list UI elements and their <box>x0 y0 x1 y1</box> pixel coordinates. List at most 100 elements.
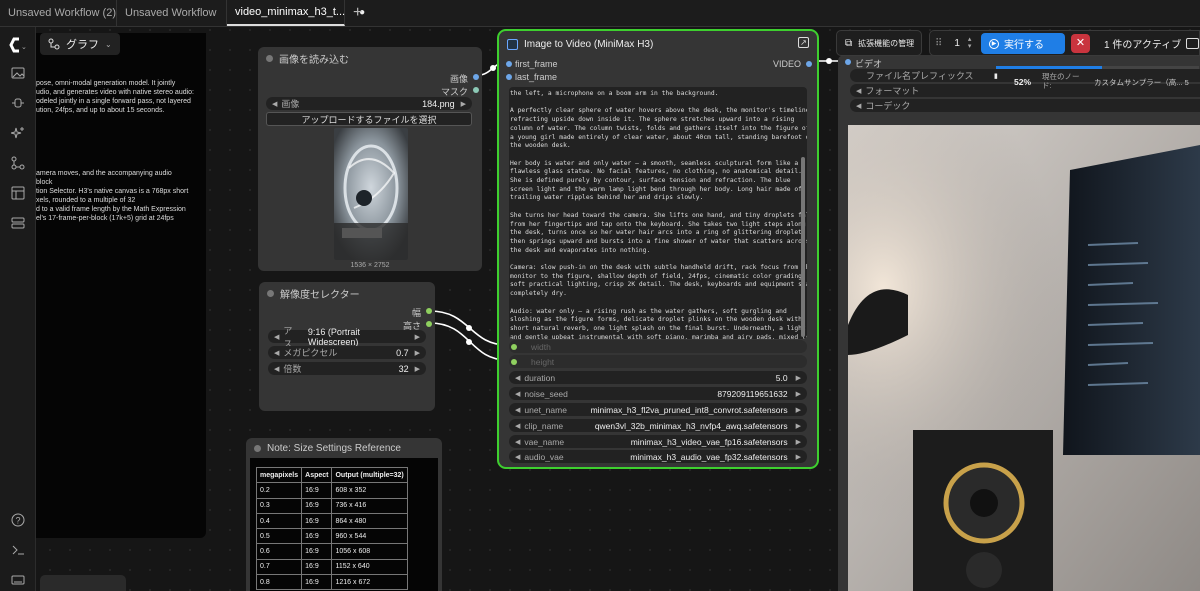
resolution-selector-node[interactable]: 解像度セレクター 幅 高さ ◀ アス... 9:16 (Portrait Wid… <box>259 282 435 411</box>
input-first-frame-label: first_frame <box>515 59 558 69</box>
note-body: megapixels Aspect Output (multiple=32) 0… <box>250 458 438 591</box>
arrow-left-icon[interactable]: ◀ <box>515 390 520 398</box>
subgraph-icon <box>507 38 518 50</box>
width-input-widget[interactable]: width <box>509 340 807 353</box>
batch-count-value[interactable]: 1 <box>954 38 960 49</box>
table-cell: 0.7 <box>255 558 303 576</box>
doc-line: ution, 24fps, and up to about 15 seconds… <box>36 107 165 114</box>
arrow-left-icon[interactable]: ◀ <box>515 374 520 382</box>
image-to-video-node[interactable]: Image to Video (MiniMax H3) ↗ first_fram… <box>497 29 819 469</box>
plugin-icon[interactable] <box>10 96 26 112</box>
current-node-label: 現在のノー ド: <box>1042 72 1080 90</box>
input-video-port[interactable] <box>845 59 851 65</box>
arrow-left-icon[interactable]: ◀ <box>274 349 279 357</box>
widget-label: コーデック <box>865 101 911 111</box>
input-height-port[interactable] <box>511 358 517 365</box>
arrow-left-icon[interactable]: ◀ <box>515 438 520 446</box>
image-select-widget[interactable]: ◀ 画像 184.png ▶ <box>266 97 472 110</box>
arrow-left-icon[interactable]: ◀ <box>274 333 279 341</box>
node-title[interactable]: 解像度セレクター <box>259 282 435 304</box>
table-cell: 736 x 416 <box>331 497 408 514</box>
duration-widget[interactable]: ◀ duration 5.0 ▶ <box>509 371 807 384</box>
note-node[interactable]: Note: Size Settings Reference megapixels… <box>246 438 442 591</box>
batch-stepper-icon[interactable]: ▴ ▾ <box>968 36 972 50</box>
clip-name-widget[interactable]: ◀ clip_name qwen3vl_32b_minimax_h3_nvfp4_a… <box>509 419 807 432</box>
table-cell: 16:9 <box>301 543 333 560</box>
arrow-right-icon[interactable]: ▶ <box>415 349 420 357</box>
table-cell: 16:9 <box>301 482 333 499</box>
audio-vae-widget[interactable]: ◀ audio_vae minimax_h3_audio_vae_fp32.safe… <box>509 450 807 463</box>
arrow-right-icon[interactable]: ▶ <box>796 374 801 382</box>
doc-line: udio, and generates video with native st… <box>36 89 194 96</box>
arrow-right-icon[interactable]: ▶ <box>796 406 801 414</box>
upload-file-button[interactable]: アップロードするファイルを選択 <box>266 112 472 126</box>
megapixels-widget[interactable]: ◀ メガピクセル 0.7 ▶ <box>268 346 426 359</box>
panel-toggle-icon[interactable] <box>1186 37 1199 49</box>
add-tab-button[interactable]: + <box>345 0 370 26</box>
arrow-right-icon[interactable]: ▶ <box>461 100 466 108</box>
arrow-left-icon[interactable]: ◀ <box>856 87 861 95</box>
node-title[interactable]: Note: Size Settings Reference <box>246 438 442 458</box>
input-last-frame-port[interactable] <box>506 74 512 80</box>
unet-name-widget[interactable]: ◀ unet_name minimax_h3_fl2va_pruned_int8_c… <box>509 403 807 416</box>
table-cell: 0.5 <box>255 528 303 545</box>
prompt-textarea[interactable]: the left, a microphone on a boom arm in … <box>509 87 807 339</box>
workflow-canvas[interactable]: Unsaved Workflow (2) Unsaved Workflow vi… <box>0 0 1200 591</box>
arrow-right-icon[interactable]: ▶ <box>796 422 801 430</box>
output-height-port[interactable] <box>426 321 432 327</box>
tab-unsaved-workflow-2[interactable]: Unsaved Workflow (2) <box>0 0 117 26</box>
input-first-frame-port[interactable] <box>506 61 512 67</box>
codec-widget[interactable]: ◀ コーデック <box>850 99 1200 112</box>
output-width-port[interactable] <box>426 308 432 314</box>
workflow-icon[interactable] <box>10 156 26 172</box>
arrow-right-icon[interactable]: ▶ <box>415 333 420 341</box>
prompt-scrollbar[interactable] <box>801 157 805 337</box>
terminal-icon[interactable] <box>10 543 26 559</box>
stop-icon[interactable]: ✕ <box>1071 34 1090 53</box>
arrow-left-icon[interactable]: ◀ <box>515 406 520 414</box>
collapse-dot-icon[interactable] <box>267 289 274 297</box>
node-title[interactable]: Image to Video (MiniMax H3) <box>499 31 817 57</box>
arrow-right-icon[interactable]: ▶ <box>415 365 420 373</box>
input-width-port[interactable] <box>511 343 517 350</box>
output-mask-port[interactable] <box>473 87 479 93</box>
arrow-left-icon[interactable]: ◀ <box>515 453 520 461</box>
arrow-left-icon[interactable]: ◀ <box>515 422 520 430</box>
expand-icon[interactable]: ↗ <box>798 37 809 48</box>
noise-seed-widget[interactable]: ◀ noise_seed 879209119651632 ▶ <box>509 387 807 400</box>
run-button[interactable]: ▶ 実行する <box>981 33 1065 54</box>
tab-unsaved-workflow[interactable]: Unsaved Workflow <box>117 0 227 26</box>
comfy-logo-icon[interactable]: ⌄ <box>8 37 27 53</box>
arrow-right-icon[interactable]: ▶ <box>796 453 801 461</box>
template-icon[interactable] <box>10 186 26 202</box>
arrow-left-icon[interactable]: ◀ <box>272 100 277 108</box>
active-queue-label[interactable]: 1 件のアクティブ <box>1104 36 1181 51</box>
arrow-right-icon[interactable]: ▶ <box>796 390 801 398</box>
sparkle-icon[interactable] <box>10 126 26 142</box>
output-video-port[interactable] <box>806 61 812 67</box>
collapse-dot-icon[interactable] <box>254 444 261 452</box>
help-icon[interactable]: ? <box>10 513 26 529</box>
arrow-right-icon[interactable]: ▶ <box>796 438 801 446</box>
keyboard-icon[interactable] <box>10 573 26 589</box>
widget-label: unet_name <box>524 404 567 415</box>
widget-label: ファイル名プレフィックス <box>866 71 974 81</box>
node-library-icon[interactable] <box>10 216 26 232</box>
graph-menu-button[interactable]: グラフ ⌄ <box>40 33 120 55</box>
aspect-ratio-widget[interactable]: ◀ アス... 9:16 (Portrait Widescreen) ▶ <box>268 326 426 349</box>
table-cell: 0.3 <box>255 497 303 514</box>
collapse-dot-icon[interactable] <box>266 54 273 62</box>
node-title[interactable]: 画像を読み込む <box>258 47 482 69</box>
vae-name-widget[interactable]: ◀ vae_name minimax_h3_video_vae_fp16.safet… <box>509 435 807 448</box>
multiple-widget[interactable]: ◀ 倍数 32 ▶ <box>268 362 426 375</box>
extensions-manager-button[interactable]: ⧉ 拡張機能の管理 <box>836 30 922 56</box>
drag-handle-icon[interactable]: ⠿ <box>935 38 942 49</box>
doc-line: tion Selector. H3's native canvas is a 7… <box>36 188 189 195</box>
button-label: 拡張機能の管理 <box>858 38 915 48</box>
arrow-left-icon[interactable]: ◀ <box>274 365 279 373</box>
image-icon[interactable] <box>10 66 26 82</box>
tab-video-minimax[interactable]: video_minimax_h3_t... ● <box>227 0 365 26</box>
height-input-widget[interactable]: height <box>509 355 807 368</box>
arrow-left-icon[interactable]: ◀ <box>856 102 861 110</box>
output-image-port[interactable] <box>473 74 479 80</box>
